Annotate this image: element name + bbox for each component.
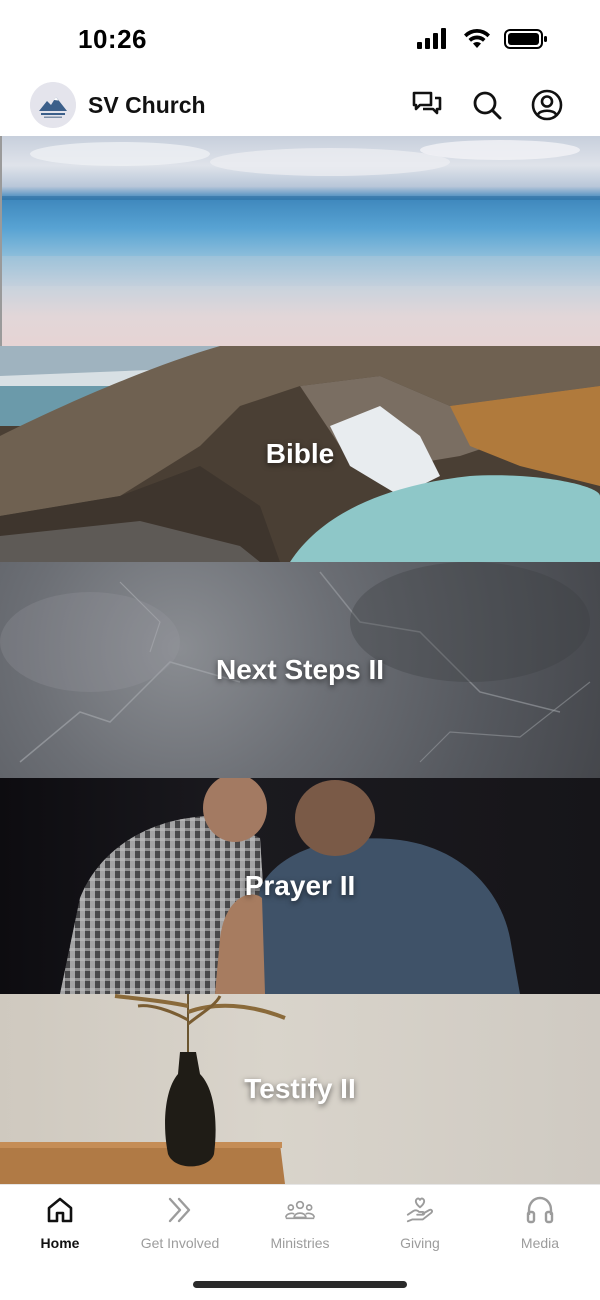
messages-button[interactable]: [410, 88, 444, 122]
tile-bible[interactable]: Bible: [0, 346, 600, 562]
status-time: 10:26: [78, 24, 147, 54]
tile-label: Next Steps II: [215, 654, 385, 685]
tab-label: Giving: [400, 1235, 440, 1251]
status-icons: [416, 28, 548, 50]
tab-giving[interactable]: Giving: [360, 1195, 480, 1259]
status-bar: 10:26: [0, 0, 600, 76]
tile-sea-banner[interactable]: [0, 136, 600, 346]
people-icon: [285, 1200, 315, 1220]
headphones-icon: [526, 1196, 554, 1224]
cellular-signal-icon: [417, 28, 446, 49]
home-tiles: Bible Next Steps II Prayer II Testify II: [0, 136, 600, 1184]
tile-prayer[interactable]: Prayer II: [0, 778, 600, 994]
tab-home[interactable]: Home: [0, 1195, 120, 1259]
tile-next-steps[interactable]: Next Steps II: [0, 562, 600, 778]
tile-testify[interactable]: Testify II: [0, 994, 600, 1184]
double-chevron-icon: [168, 1197, 191, 1223]
tab-label: Get Involved: [140, 1235, 220, 1251]
sea-banner-image: [0, 136, 600, 346]
search-icon: [473, 91, 502, 120]
chat-bubbles-icon: [412, 91, 442, 115]
tab-get-involved[interactable]: Get Involved: [120, 1195, 240, 1259]
battery-icon: [504, 29, 547, 49]
home-icon: [47, 1197, 73, 1223]
tab-label: Home: [40, 1235, 80, 1251]
tile-label: Bible: [265, 438, 335, 469]
wifi-icon: [464, 28, 490, 48]
church-logo[interactable]: [30, 82, 76, 128]
tab-ministries[interactable]: Ministries: [240, 1195, 360, 1259]
user-circle-icon: [531, 89, 563, 121]
tab-media[interactable]: Media: [480, 1195, 600, 1259]
mountain-logo-icon: [30, 82, 76, 128]
tile-label: Prayer II: [244, 870, 356, 901]
app-header: SV Church: [0, 76, 600, 136]
tab-label: Ministries: [270, 1235, 330, 1251]
tab-label: Media: [520, 1235, 560, 1251]
search-button[interactable]: [470, 88, 504, 122]
app-title: SV Church: [88, 92, 206, 118]
profile-button[interactable]: [530, 88, 564, 122]
heart-hand-icon: [406, 1197, 433, 1223]
tile-label: Testify II: [244, 1073, 356, 1104]
header-actions: [410, 88, 564, 122]
home-indicator: [193, 1281, 407, 1288]
